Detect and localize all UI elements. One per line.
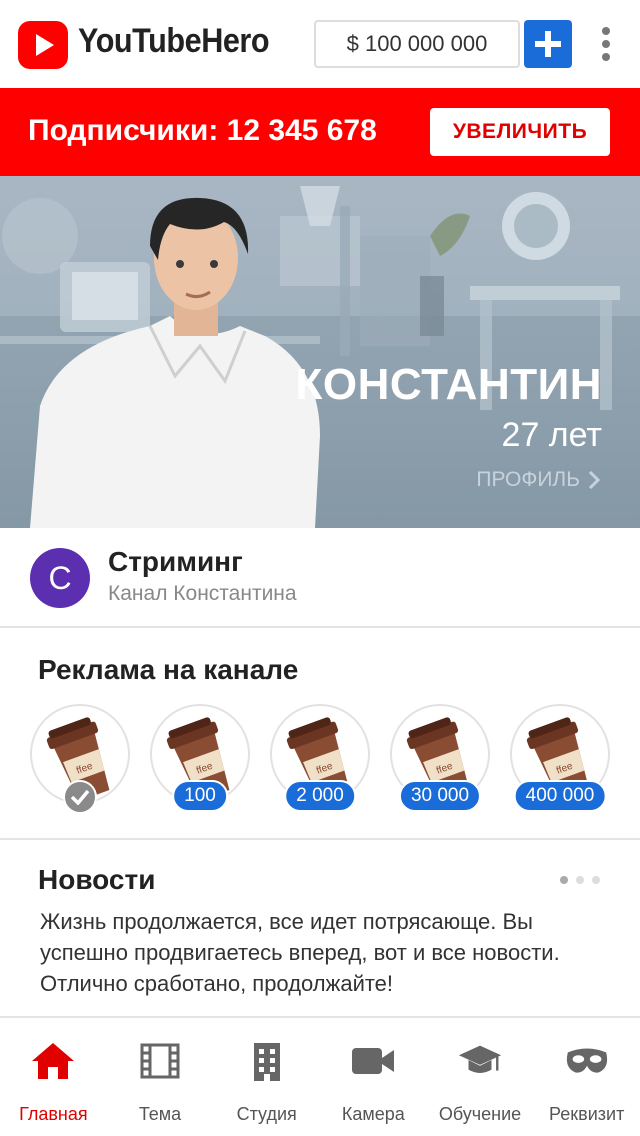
nav-item[interactable]: Реквизит (533, 1020, 640, 1136)
increase-subscribers-button[interactable]: УВЕЛИЧИТЬ (430, 108, 610, 156)
nav-item[interactable]: Тема (107, 1020, 214, 1136)
pagination-dot[interactable] (592, 876, 600, 884)
plus-icon (535, 31, 561, 57)
nav-item[interactable]: Камера (320, 1020, 427, 1136)
app-title: YouTubeHero (78, 22, 270, 60)
ad-price-badge: 400 000 (513, 780, 607, 812)
ad-item[interactable]: ffee (30, 704, 130, 814)
money-balance: $ 100 000 000 (314, 20, 520, 68)
nav-item[interactable]: Обучение (427, 1020, 534, 1136)
mask-icon (564, 1040, 610, 1082)
nav-label: Обучение (438, 1104, 522, 1124)
ad-price-badge: 2 000 (284, 780, 356, 812)
building-icon (244, 1040, 290, 1082)
news-section: Новости Жизнь продолжается, все идет пот… (0, 842, 640, 1018)
channel-subtitle: Канал Константина (108, 582, 297, 605)
news-title: Новости (38, 864, 156, 895)
channel-row[interactable]: C Стриминг Канал Константина (0, 528, 640, 628)
add-money-button[interactable] (524, 20, 572, 68)
graduation-cap-icon (457, 1040, 503, 1082)
app-header: YouTubeHero $ 100 000 000 (0, 0, 640, 88)
nav-label: Реквизит (549, 1104, 625, 1124)
nav-label: Главная (19, 1104, 88, 1124)
ad-item[interactable]: ffee 2 000 (270, 704, 370, 812)
profile-link[interactable]: ПРОФИЛЬ (476, 468, 600, 492)
ad-price-badge: 100 (172, 780, 228, 812)
ad-price-badge: 30 000 (398, 780, 482, 812)
news-text: Жизнь продолжается, все идет потрясающе.… (40, 909, 560, 996)
home-icon (30, 1040, 76, 1082)
subscribers-count: Подписчики: 12 345 678 (28, 114, 377, 147)
pagination-dot[interactable] (576, 876, 584, 884)
youtube-logo-icon (18, 21, 68, 69)
character-banner[interactable]: КОНСТАНТИН 27 лет ПРОФИЛЬ (0, 176, 640, 528)
character-age: 27 лет (501, 416, 602, 454)
ad-item[interactable]: ffee 100 (150, 704, 250, 812)
pagination-dot[interactable] (560, 876, 568, 884)
nav-item[interactable]: Студия (213, 1020, 320, 1136)
ads-section: Реклама на канале ffee ffee 100 ffee 2 000 ff… (0, 630, 640, 840)
nav-label: Камера (341, 1104, 405, 1124)
film-icon (137, 1040, 183, 1082)
news-pagination[interactable] (560, 876, 600, 884)
ad-item[interactable]: ffee 30 000 (390, 704, 490, 812)
video-camera-icon (350, 1040, 396, 1082)
ad-item[interactable]: ffee 400 000 (510, 704, 610, 812)
checkmark-icon (63, 780, 97, 814)
more-vertical-icon[interactable] (596, 24, 616, 64)
nav-item[interactable]: Главная (0, 1020, 107, 1136)
channel-title: Стриминг (108, 546, 243, 577)
ads-title: Реклама на канале (38, 654, 299, 685)
channel-avatar: C (30, 548, 90, 608)
profile-link-label: ПРОФИЛЬ (476, 468, 580, 491)
nav-label: Студия (236, 1104, 297, 1124)
bottom-navigation: Главная Тема Студия Камера Обучение Реквизит (0, 1020, 640, 1136)
chevron-right-icon (588, 470, 600, 490)
nav-label: Тема (138, 1104, 182, 1124)
character-name: КОНСТАНТИН (295, 360, 602, 409)
